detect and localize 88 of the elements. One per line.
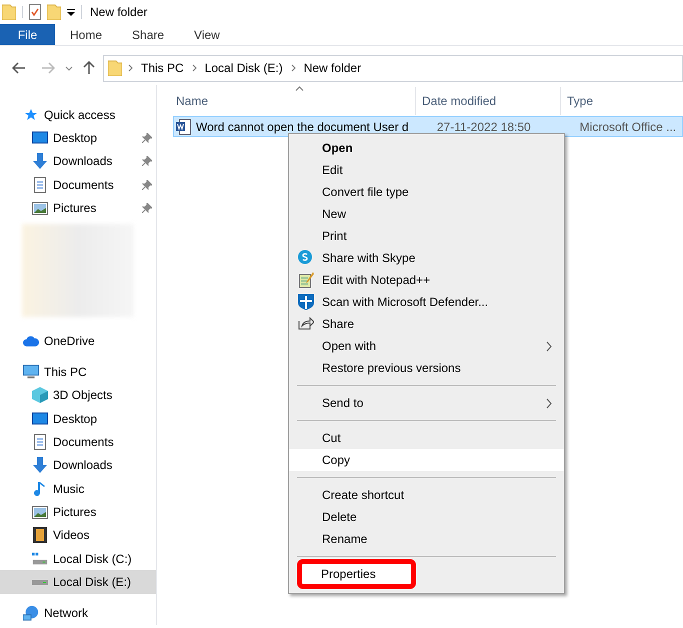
- column-header[interactable]: Date modified: [415, 87, 560, 115]
- drive-icon: [32, 580, 48, 585]
- word-document-icon: [176, 118, 192, 134]
- table-cell-text: Microsoft Office ...: [580, 118, 676, 136]
- menu-item[interactable]: Copy: [289, 449, 564, 471]
- chevron-down-icon[interactable]: [65, 66, 73, 70]
- chevron-right-icon: [128, 64, 133, 72]
- ribbon-tab[interactable]: Share: [117, 24, 180, 45]
- folder-icon[interactable]: [2, 4, 16, 20]
- address-bar[interactable]: This PC Local Disk (E:) New folder: [103, 54, 683, 82]
- computer-icon: [23, 364, 39, 380]
- ribbon-tab[interactable]: View: [179, 24, 235, 45]
- down-arrow-icon: [32, 457, 48, 474]
- sidebar-item[interactable]: Local Disk (E:): [0, 570, 156, 594]
- picture-icon: [32, 506, 48, 518]
- cube-icon: [32, 387, 48, 404]
- film-icon: [32, 527, 48, 544]
- document-icon: [32, 176, 48, 193]
- sidebar-item[interactable]: Pictures: [0, 500, 156, 524]
- menu-item[interactable]: Open: [289, 137, 564, 159]
- chevron-right-icon: [546, 341, 552, 352]
- sidebar-item[interactable]: Music: [0, 476, 156, 500]
- window-title: New folder: [90, 4, 148, 21]
- menu-item[interactable]: Delete: [289, 506, 564, 528]
- column-header[interactable]: Name: [157, 87, 415, 115]
- sidebar-item[interactable]: This PC: [0, 360, 156, 384]
- breadcrumb-item[interactable]: Local Disk (E:): [202, 59, 285, 77]
- menu-item[interactable]: Convert file type: [289, 181, 564, 203]
- monitor-icon: [32, 131, 48, 146]
- skype-icon: [298, 250, 312, 264]
- column-header[interactable]: Type: [560, 87, 670, 115]
- sort-caret-icon: [295, 86, 304, 91]
- table-cell-text: Word cannot open the document User d: [196, 118, 409, 136]
- picture-icon: [32, 202, 48, 215]
- menu-item[interactable]: Send to: [289, 392, 564, 414]
- up-icon[interactable]: [83, 61, 95, 75]
- chevron-right-icon: [192, 64, 197, 72]
- forward-icon[interactable]: [41, 62, 55, 74]
- sidebar-item[interactable]: Documents: [0, 430, 156, 454]
- sidebar-item[interactable]: Downloads: [0, 454, 156, 477]
- ribbon-tab[interactable]: File: [0, 24, 55, 45]
- menu-item[interactable]: Rename: [289, 528, 564, 550]
- music-note-icon: [32, 480, 48, 497]
- cloud-icon: [23, 334, 39, 347]
- sidebar-item[interactable]: Local Disk (C:): [0, 547, 156, 570]
- breadcrumb-item[interactable]: This PC: [139, 59, 186, 77]
- document-icon: [32, 434, 48, 450]
- sidebar-item[interactable]: Pictures: [0, 196, 156, 220]
- chevron-right-icon: [290, 64, 296, 72]
- sidebar-item[interactable]: 3D Objects: [0, 384, 156, 407]
- menu-item[interactable]: Restore previous versions: [289, 357, 564, 379]
- menu-item[interactable]: Cut: [289, 427, 564, 449]
- drive-icon: [32, 552, 48, 566]
- table-cell-text: 27-11-2022 18:50: [436, 118, 531, 136]
- menu-item[interactable]: Share: [289, 313, 564, 335]
- sidebar-item[interactable]: Desktop: [0, 126, 156, 150]
- star-icon: [23, 108, 39, 122]
- globe-icon: [23, 605, 39, 622]
- sidebar-item[interactable]: OneDrive: [0, 329, 156, 352]
- sidebar-item[interactable]: Quick access: [0, 103, 156, 126]
- chevron-right-icon: [546, 398, 552, 409]
- ribbon-tab[interactable]: Home: [55, 24, 118, 45]
- folder-icon[interactable]: [47, 4, 61, 20]
- folder-icon: [108, 60, 122, 76]
- sidebar-item[interactable]: Documents: [0, 173, 156, 196]
- shield-icon: [298, 294, 314, 310]
- menu-item[interactable]: Share with Skype: [289, 247, 564, 269]
- breadcrumb-item[interactable]: New folder: [302, 59, 364, 77]
- sidebar-item[interactable]: Videos: [0, 524, 156, 548]
- menu-item[interactable]: New: [289, 203, 564, 225]
- menu-item[interactable]: Properties: [301, 563, 412, 585]
- back-icon[interactable]: [12, 62, 26, 74]
- sidebar-item[interactable]: Desktop: [0, 406, 156, 430]
- menu-item[interactable]: Edit with Notepad++: [289, 269, 564, 291]
- menu-item[interactable]: Create shortcut: [289, 484, 564, 506]
- menu-item[interactable]: Edit: [289, 159, 564, 181]
- menu-item[interactable]: Print: [289, 225, 564, 247]
- sidebar-item[interactable]: Downloads: [0, 150, 156, 174]
- share-icon: [298, 316, 314, 330]
- menu-item[interactable]: Scan with Microsoft Defender...: [289, 291, 564, 313]
- dropdown-icon[interactable]: [67, 8, 75, 16]
- monitor-icon: [32, 412, 48, 426]
- sidebar-item[interactable]: Network: [0, 602, 156, 625]
- file-row[interactable]: Word cannot open the document User d 27-11-2022 18:50 Microsoft Office ...: [173, 116, 683, 137]
- checklist-icon[interactable]: [29, 4, 41, 20]
- notepad-icon: [298, 272, 314, 288]
- menu-item[interactable]: Open with: [289, 335, 564, 357]
- down-arrow-icon: [32, 153, 48, 170]
